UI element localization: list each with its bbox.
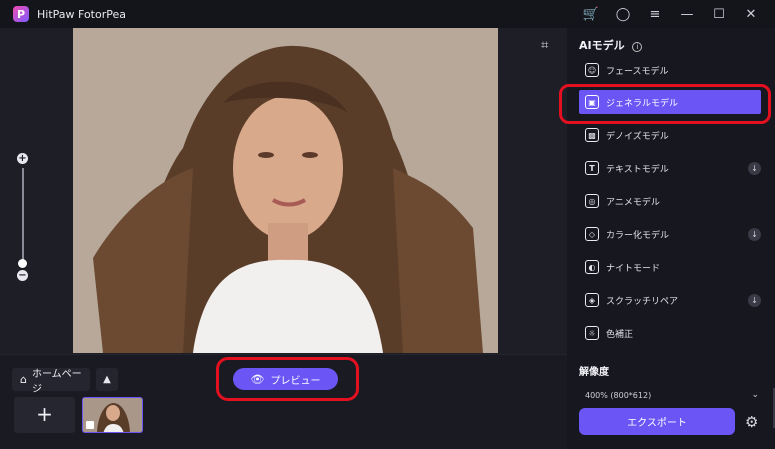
close-icon[interactable]: ✕: [735, 0, 767, 28]
model-item-scratch[interactable]: ◈ スクラッチリペア ↓: [579, 288, 761, 312]
home-button[interactable]: ⌂ ホームページ: [12, 368, 90, 395]
minimize-icon[interactable]: —: [671, 0, 703, 28]
colorize-icon: ◇: [585, 227, 599, 241]
download-icon[interactable]: ↓: [748, 293, 761, 307]
app-logo: P: [13, 6, 29, 22]
sidebar-title: AIモデル i: [579, 37, 643, 53]
chevron-down-icon: ⌄: [751, 390, 759, 400]
image-thumbnail[interactable]: [82, 397, 143, 433]
resolution-title: 解像度: [579, 367, 609, 378]
zoom-slider-handle[interactable]: [18, 259, 27, 268]
model-item-denoise[interactable]: ▩ デノイズモデル: [579, 123, 761, 147]
window-controls: 🛒 ◯ ≡ — ☐ ✕: [575, 0, 767, 28]
model-label: テキストモデル: [606, 164, 669, 175]
model-label: スクラッチリペア: [606, 296, 679, 307]
model-label: アニメモデル: [606, 197, 660, 208]
model-label: デノイズモデル: [606, 131, 669, 142]
cart-icon[interactable]: 🛒: [575, 0, 607, 28]
model-item-colorize[interactable]: ◇ カラー化モデル ↓: [579, 222, 761, 246]
collapse-button[interactable]: ▲: [96, 368, 118, 391]
night-icon: ◐: [585, 260, 599, 274]
zoom-out-button[interactable]: −: [17, 270, 28, 281]
info-icon[interactable]: i: [632, 42, 643, 52]
home-icon: ⌂: [20, 373, 27, 386]
model-label: カラー化モデル: [606, 230, 670, 241]
model-item-color-correct[interactable]: ☼ 色補正: [579, 321, 761, 345]
export-button[interactable]: エクスポート: [579, 408, 735, 435]
resolution-value: 400% (800*612): [585, 390, 652, 400]
model-item-anime[interactable]: ◎ アニメモデル: [579, 189, 761, 213]
highlight-general-model: [559, 84, 771, 124]
download-icon[interactable]: ↓: [748, 227, 761, 241]
color-correct-icon: ☼: [585, 326, 599, 340]
sidebar-title-text: AIモデル: [579, 39, 625, 52]
maximize-icon[interactable]: ☐: [703, 0, 735, 28]
model-item-night[interactable]: ◐ ナイトモード: [579, 255, 761, 279]
add-image-button[interactable]: +: [14, 397, 75, 433]
resolution-select[interactable]: 400% (800*612) ⌄: [579, 386, 761, 404]
model-label: ナイトモード: [606, 263, 661, 274]
crop-icon[interactable]: ⌗: [541, 38, 548, 53]
scratch-icon: ◈: [585, 293, 599, 307]
portrait-image: [73, 28, 498, 353]
settings-gear-icon[interactable]: ⚙: [745, 413, 758, 431]
home-label: ホームページ: [31, 368, 82, 395]
zoom-in-button[interactable]: +: [17, 153, 28, 164]
model-label: フェースモデル: [606, 66, 669, 77]
text-icon: T: [585, 161, 599, 175]
highlight-preview-button: [216, 357, 359, 401]
preview-photo: [73, 28, 498, 353]
zoom-slider-track[interactable]: [22, 168, 24, 266]
denoise-icon: ▩: [585, 128, 599, 142]
anime-icon: ◎: [585, 194, 599, 208]
model-item-face[interactable]: ☺ フェースモデル: [579, 58, 761, 82]
download-icon[interactable]: ↓: [748, 161, 761, 175]
app-title: HitPaw FotorPea: [37, 7, 126, 21]
title-bar: P HitPaw FotorPea 🛒 ◯ ≡ — ☐ ✕: [0, 0, 775, 28]
model-label: 色補正: [606, 329, 634, 340]
menu-icon[interactable]: ≡: [639, 0, 671, 28]
canvas-area: ⌗ + −: [0, 28, 567, 354]
face-icon: ☺: [585, 63, 599, 77]
account-icon[interactable]: ◯: [607, 0, 639, 28]
model-item-text[interactable]: T テキストモデル ↓: [579, 156, 761, 180]
thumbnail-badge-icon: [86, 421, 94, 429]
